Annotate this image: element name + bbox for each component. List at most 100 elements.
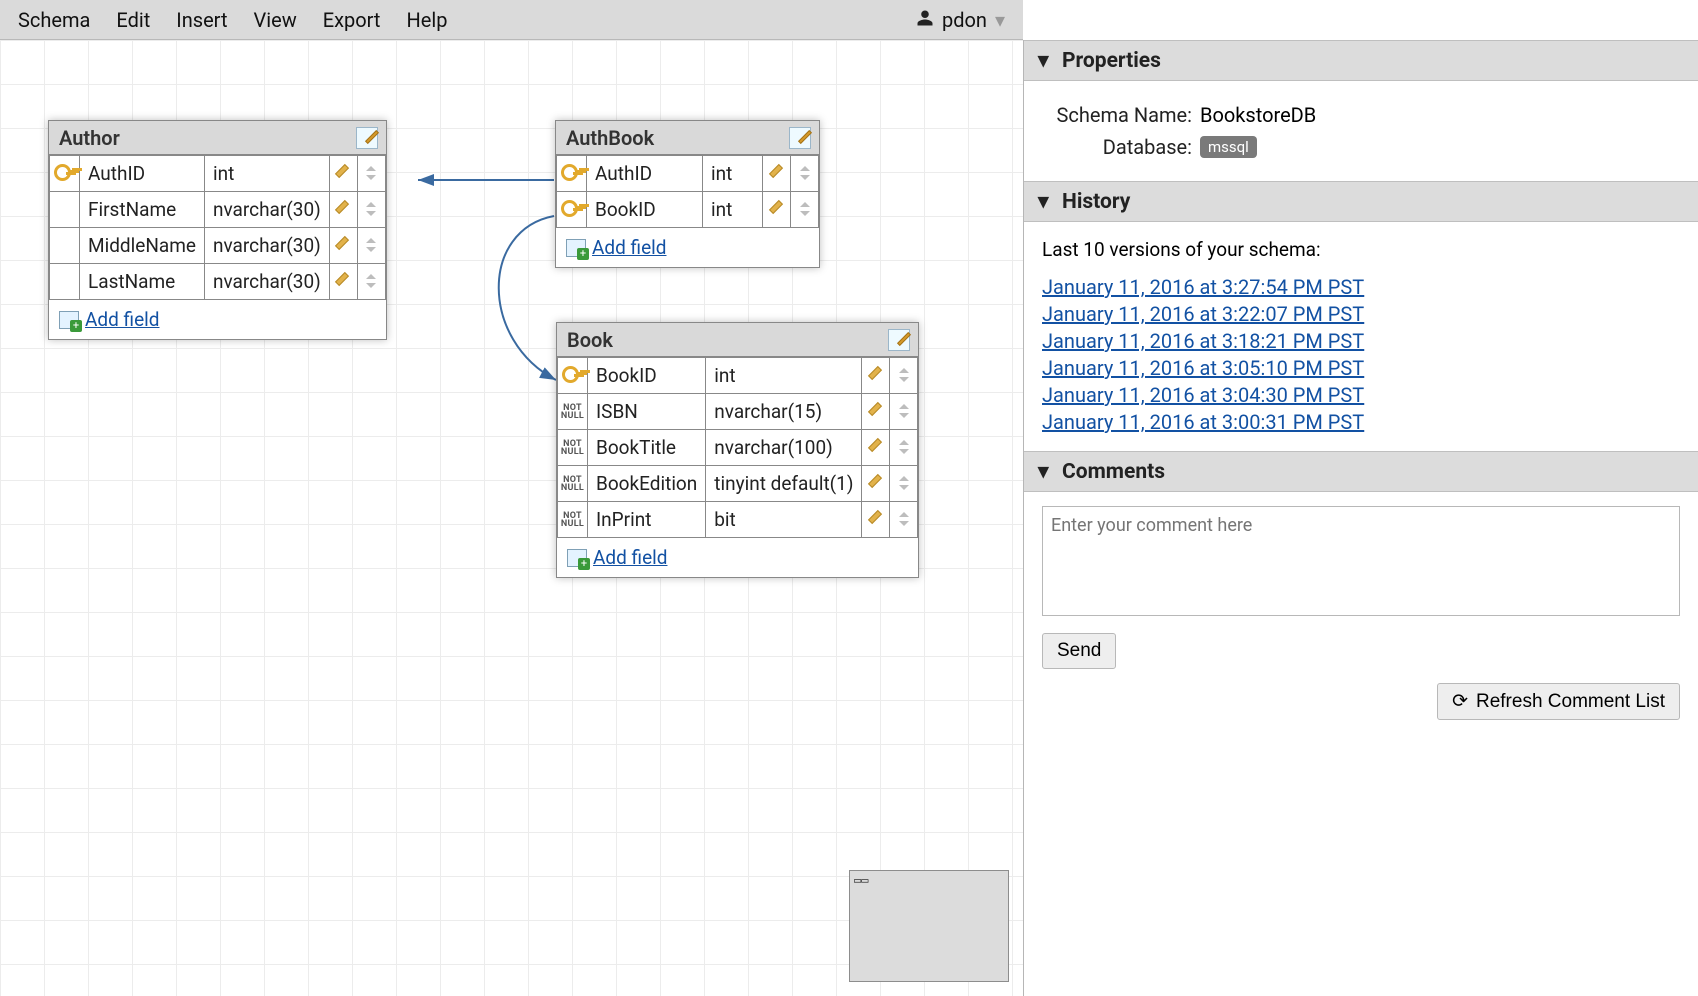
sort-icon[interactable]	[364, 202, 378, 216]
history-intro: Last 10 versions of your schema:	[1042, 238, 1680, 261]
history-link[interactable]: January 11, 2016 at 3:05:10 PM PST	[1042, 356, 1680, 380]
edit-entity-icon[interactable]	[888, 329, 910, 351]
minimap[interactable]: ▭▭	[849, 870, 1009, 982]
add-field-link[interactable]: Add field	[593, 546, 667, 569]
field-type[interactable]: nvarchar(30)	[204, 228, 329, 264]
edit-entity-icon[interactable]	[356, 127, 378, 149]
user-menu[interactable]: pdon ▾	[916, 8, 1005, 32]
field-name[interactable]: ISBN	[588, 394, 706, 430]
schema-name-label: Schema Name:	[1042, 103, 1192, 127]
chevron-down-icon: ▾	[1038, 48, 1054, 73]
field-type[interactable]: int	[703, 156, 763, 192]
field-row[interactable]: NOTNULL BookTitle nvarchar(100)	[558, 430, 918, 466]
comment-input[interactable]	[1042, 506, 1680, 616]
pencil-icon[interactable]	[334, 270, 352, 288]
pencil-icon[interactable]	[768, 162, 786, 180]
field-row[interactable]: FirstName nvarchar(30)	[50, 192, 386, 228]
history-body: Last 10 versions of your schema: January…	[1024, 222, 1698, 451]
field-type[interactable]: int	[204, 156, 329, 192]
refresh-icon: ⟳	[1452, 690, 1468, 713]
field-type[interactable]: nvarchar(15)	[706, 394, 862, 430]
entity-authbook[interactable]: AuthBook AuthID int BookID int	[555, 120, 820, 268]
menu-export[interactable]: Export	[323, 8, 381, 32]
field-type[interactable]: nvarchar(30)	[204, 264, 329, 300]
menu-schema[interactable]: Schema	[18, 8, 90, 32]
entity-header[interactable]: Author	[49, 121, 386, 155]
properties-body: Schema Name: BookstoreDB Database: mssql	[1024, 81, 1698, 181]
add-field-link[interactable]: Add field	[85, 308, 159, 331]
pencil-icon[interactable]	[867, 508, 885, 526]
field-type[interactable]: nvarchar(30)	[204, 192, 329, 228]
side-panel: ▾ Properties Schema Name: BookstoreDB Da…	[1023, 40, 1698, 996]
field-type[interactable]: tinyint default(1)	[706, 466, 862, 502]
pencil-icon[interactable]	[334, 198, 352, 216]
entity-header[interactable]: AuthBook	[556, 121, 819, 155]
field-name[interactable]: BookEdition	[588, 466, 706, 502]
add-field[interactable]: Add field	[557, 538, 918, 577]
sort-icon[interactable]	[364, 274, 378, 288]
entity-book[interactable]: Book BookID int NOTNULL ISBN nvarchar(15…	[556, 322, 919, 578]
sort-icon[interactable]	[798, 166, 812, 180]
add-field[interactable]: Add field	[49, 300, 386, 339]
history-link[interactable]: January 11, 2016 at 3:27:54 PM PST	[1042, 275, 1680, 299]
pencil-icon[interactable]	[334, 162, 352, 180]
sort-icon[interactable]	[897, 476, 911, 490]
history-link[interactable]: January 11, 2016 at 3:04:30 PM PST	[1042, 383, 1680, 407]
sort-icon[interactable]	[897, 512, 911, 526]
pencil-icon[interactable]	[867, 364, 885, 382]
key-icon	[561, 160, 583, 182]
edit-entity-icon[interactable]	[789, 127, 811, 149]
menu-view[interactable]: View	[254, 8, 297, 32]
history-link[interactable]: January 11, 2016 at 3:00:31 PM PST	[1042, 410, 1680, 434]
field-row[interactable]: MiddleName nvarchar(30)	[50, 228, 386, 264]
refresh-comments-button[interactable]: ⟳ Refresh Comment List	[1437, 683, 1680, 720]
field-row[interactable]: NOTNULL ISBN nvarchar(15)	[558, 394, 918, 430]
key-icon	[562, 362, 584, 384]
field-type[interactable]: int	[706, 358, 862, 394]
sort-icon[interactable]	[897, 440, 911, 454]
field-row[interactable]: NOTNULL BookEdition tinyint default(1)	[558, 466, 918, 502]
pencil-icon[interactable]	[867, 400, 885, 418]
field-name[interactable]: BookTitle	[588, 430, 706, 466]
field-name[interactable]: LastName	[80, 264, 205, 300]
field-row[interactable]: LastName nvarchar(30)	[50, 264, 386, 300]
field-name[interactable]: BookID	[588, 358, 706, 394]
field-row[interactable]: BookID int	[557, 192, 819, 228]
pencil-icon[interactable]	[867, 472, 885, 490]
field-row[interactable]: NOTNULL InPrint bit	[558, 502, 918, 538]
pencil-icon[interactable]	[768, 198, 786, 216]
field-name[interactable]: BookID	[587, 192, 703, 228]
field-type[interactable]: nvarchar(100)	[706, 430, 862, 466]
field-name[interactable]: AuthID	[80, 156, 205, 192]
history-link[interactable]: January 11, 2016 at 3:18:21 PM PST	[1042, 329, 1680, 353]
comments-header[interactable]: ▾ Comments	[1024, 451, 1698, 492]
sort-icon[interactable]	[897, 404, 911, 418]
menu-help[interactable]: Help	[406, 8, 447, 32]
menu-edit[interactable]: Edit	[116, 8, 150, 32]
entity-author[interactable]: Author AuthID int FirstName nvarchar(30)	[48, 120, 387, 340]
field-type[interactable]: int	[703, 192, 763, 228]
history-header[interactable]: ▾ History	[1024, 181, 1698, 222]
field-name[interactable]: FirstName	[80, 192, 205, 228]
sort-icon[interactable]	[897, 368, 911, 382]
field-name[interactable]: InPrint	[588, 502, 706, 538]
entity-header[interactable]: Book	[557, 323, 918, 357]
add-field-link[interactable]: Add field	[592, 236, 666, 259]
sort-icon[interactable]	[364, 238, 378, 252]
field-name[interactable]: MiddleName	[80, 228, 205, 264]
add-field[interactable]: Add field	[556, 228, 819, 267]
sort-icon[interactable]	[364, 166, 378, 180]
send-button[interactable]: Send	[1042, 633, 1116, 669]
field-row[interactable]: AuthID int	[50, 156, 386, 192]
pencil-icon[interactable]	[867, 436, 885, 454]
not-null-icon: NOTNULL	[561, 404, 584, 420]
field-type[interactable]: bit	[706, 502, 862, 538]
field-row[interactable]: BookID int	[558, 358, 918, 394]
field-name[interactable]: AuthID	[587, 156, 703, 192]
field-row[interactable]: AuthID int	[557, 156, 819, 192]
pencil-icon[interactable]	[334, 234, 352, 252]
properties-header[interactable]: ▾ Properties	[1024, 40, 1698, 81]
menu-insert[interactable]: Insert	[176, 8, 227, 32]
sort-icon[interactable]	[798, 202, 812, 216]
history-link[interactable]: January 11, 2016 at 3:22:07 PM PST	[1042, 302, 1680, 326]
